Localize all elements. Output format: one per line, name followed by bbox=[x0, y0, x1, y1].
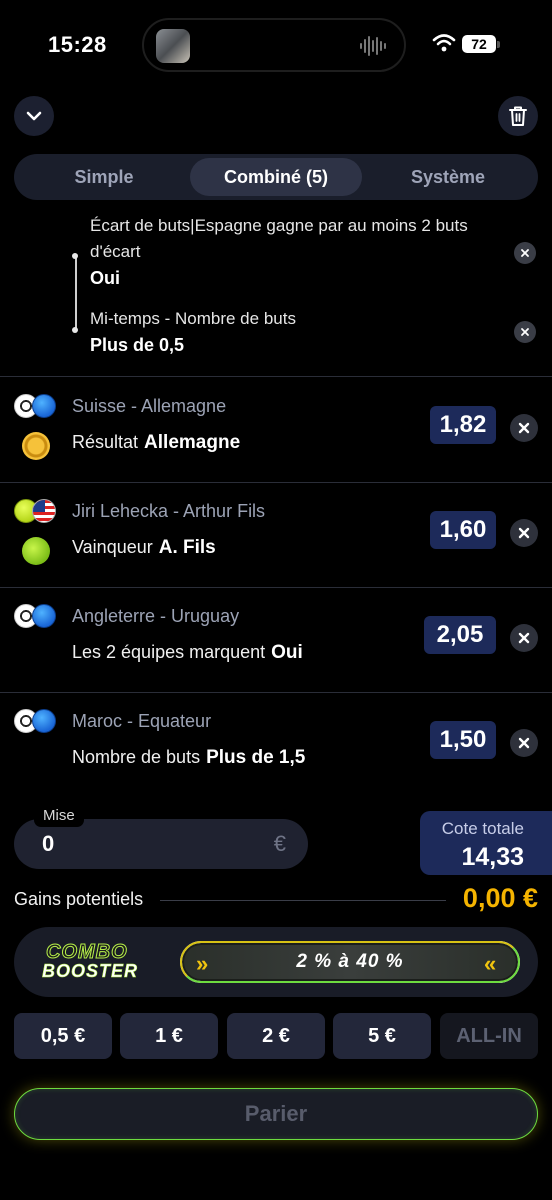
chevron-down-icon bbox=[26, 111, 42, 121]
selection-name: Allemagne bbox=[144, 432, 241, 453]
tab-combine[interactable]: Combiné (5) bbox=[190, 158, 362, 196]
sub-selection-market: Écart de buts|Espagne gagne par au moins… bbox=[90, 216, 468, 235]
place-bet-button[interactable]: Parier bbox=[14, 1088, 538, 1140]
market-name: Vainqueur bbox=[72, 537, 153, 557]
remove-bet-button[interactable] bbox=[510, 624, 538, 652]
tab-simple[interactable]: Simple bbox=[18, 158, 190, 196]
betslip-footer: 0 € Mise Cote totale 14,33 Gains potenti… bbox=[0, 797, 552, 1200]
dynamic-island[interactable] bbox=[142, 18, 406, 72]
market-name: Résultat bbox=[72, 432, 139, 452]
battery-tip bbox=[497, 41, 500, 48]
market-line: Vainqueur A. Fils bbox=[72, 537, 216, 559]
battery-icon: 72 bbox=[462, 35, 496, 53]
selection-name: Plus de 1,5 bbox=[206, 747, 306, 768]
selection-dot bbox=[72, 327, 78, 333]
selection-name: Oui bbox=[271, 642, 303, 663]
quick-stake-button[interactable]: 2 € bbox=[227, 1013, 325, 1059]
globe-icon bbox=[32, 394, 56, 418]
sub-selection-value: Oui bbox=[90, 268, 120, 288]
sub-selection: Mi-temps - Nombre de buts Plus de 0,5 bbox=[90, 306, 510, 358]
result-icon bbox=[22, 432, 50, 460]
status-time: 15:28 bbox=[48, 32, 107, 57]
remove-bet-button[interactable] bbox=[510, 729, 538, 757]
potential-gains-label: Gains potentiels bbox=[14, 889, 144, 909]
selection-name: A. Fils bbox=[158, 537, 216, 558]
stake-label: Mise bbox=[34, 805, 84, 827]
bet-icons bbox=[14, 394, 60, 422]
market-line: Résultat Allemagne bbox=[72, 432, 240, 454]
market-line: Nombre de buts Plus de 1,5 bbox=[72, 747, 305, 769]
odd-badge: 2,05 bbox=[424, 616, 496, 654]
gains-separator bbox=[160, 900, 446, 901]
globe-icon bbox=[32, 709, 56, 733]
market-name: Nombre de buts bbox=[72, 747, 201, 767]
match-name: Maroc - Equateur bbox=[72, 711, 212, 731]
close-icon bbox=[518, 737, 530, 749]
close-icon bbox=[521, 328, 529, 336]
close-icon bbox=[521, 249, 529, 257]
odd-badge: 1,50 bbox=[430, 721, 496, 759]
bet-icons bbox=[14, 499, 60, 527]
close-icon bbox=[518, 422, 530, 434]
selection-connector bbox=[75, 254, 77, 330]
bet-row: Angleterre - Uruguay Les 2 équipes marqu… bbox=[0, 588, 552, 692]
total-odds-label: Cote totale bbox=[441, 819, 524, 838]
stake-value: 0 bbox=[42, 831, 55, 856]
trash-icon bbox=[509, 106, 527, 126]
quick-stake-button[interactable]: 1 € bbox=[120, 1013, 218, 1059]
bet-row: Suisse - Allemagne Résultat Allemagne 1,8… bbox=[0, 378, 552, 482]
quick-stake-button[interactable]: 0,5 € bbox=[14, 1013, 112, 1059]
close-icon bbox=[518, 632, 530, 644]
match-name: Jiri Lehecka - Arthur Fils bbox=[72, 501, 266, 521]
market-name: Les 2 équipes marquent bbox=[72, 642, 266, 662]
bet-row: Jiri Lehecka - Arthur Fils Vainqueur A. F… bbox=[0, 483, 552, 587]
wifi-icon bbox=[432, 34, 456, 52]
double-chevron-left-icon: « bbox=[484, 951, 497, 976]
app-thumbnail-icon bbox=[156, 29, 190, 63]
odd-badge: 1,60 bbox=[430, 511, 496, 549]
winner-icon bbox=[22, 537, 50, 565]
all-in-button[interactable]: ALL-IN bbox=[440, 1013, 538, 1059]
selection-dot bbox=[72, 253, 78, 259]
bet-row: Maroc - Equateur Nombre de buts Plus de 1… bbox=[0, 693, 552, 797]
sub-selection-market: Mi-temps - Nombre de buts bbox=[90, 309, 296, 328]
market-line: Les 2 équipes marquent Oui bbox=[72, 642, 303, 664]
total-odds-box: Cote totale 14,33 bbox=[420, 811, 552, 875]
bet-type-tabs: Simple Combiné (5) Système bbox=[14, 154, 538, 200]
remove-sub-selection-button[interactable] bbox=[514, 321, 536, 343]
match-name: Angleterre - Uruguay bbox=[72, 606, 240, 626]
potential-gains-value: 0,00 € bbox=[462, 883, 538, 913]
status-bar: 15:28 72 bbox=[0, 0, 552, 90]
usa-flag-icon bbox=[32, 499, 56, 523]
sub-selection-market-cont: d'écart bbox=[90, 242, 141, 261]
total-odds-value: 14,33 bbox=[461, 843, 524, 871]
combo-booster-banner[interactable]: COMBO BOOSTER » 2 % à 40 % « bbox=[14, 927, 538, 997]
booster-range-text: 2 % à 40 % bbox=[296, 951, 404, 972]
match-name: Suisse - Allemagne bbox=[72, 396, 227, 416]
close-icon bbox=[518, 527, 530, 539]
delete-all-button[interactable] bbox=[498, 96, 538, 136]
globe-icon bbox=[32, 604, 56, 628]
stake-currency: € bbox=[273, 831, 286, 856]
remove-sub-selection-button[interactable] bbox=[514, 242, 536, 264]
divider bbox=[0, 376, 552, 377]
combo-booster-logo-line2: BOOSTER bbox=[42, 961, 139, 982]
bet-icons bbox=[14, 604, 60, 632]
bet-icons bbox=[14, 709, 60, 737]
quick-stake-button[interactable]: 5 € bbox=[333, 1013, 431, 1059]
remove-bet-button[interactable] bbox=[510, 519, 538, 547]
odd-badge: 1,82 bbox=[430, 406, 496, 444]
sub-selection: Écart de buts|Espagne gagne par au moins… bbox=[90, 213, 510, 291]
tab-systeme[interactable]: Système bbox=[362, 158, 534, 196]
audio-wave-icon bbox=[360, 32, 388, 60]
remove-bet-button[interactable] bbox=[510, 414, 538, 442]
sub-selection-value: Plus de 0,5 bbox=[90, 335, 185, 355]
collapse-button[interactable] bbox=[14, 96, 54, 136]
